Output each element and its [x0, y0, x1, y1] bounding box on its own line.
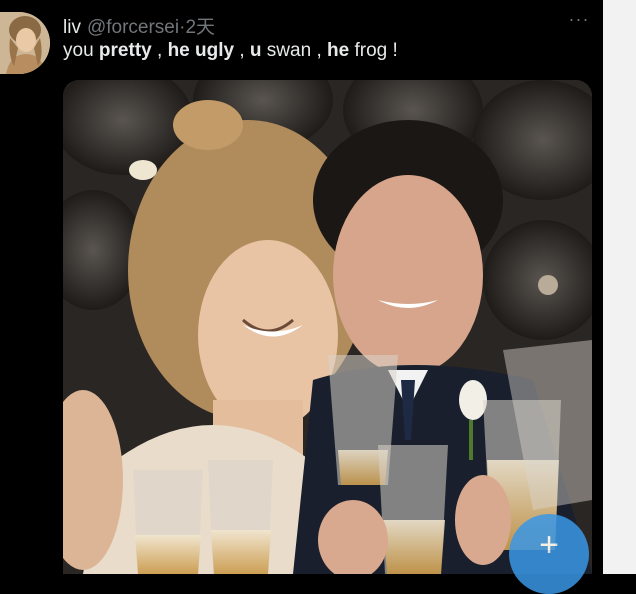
plus-icon: + — [539, 526, 559, 564]
avatar-photo — [0, 12, 50, 74]
tweet-media-image[interactable] — [63, 80, 592, 574]
timestamp[interactable]: 2天 — [185, 12, 215, 39]
compose-plus-button[interactable]: + — [509, 514, 589, 594]
tweet-header: liv @forcersei · 2天 — [63, 12, 215, 39]
tweet-text-segment: u — [249, 40, 262, 61]
tweet-text-segment: swan , — [261, 40, 328, 61]
tweet-post[interactable]: liv @forcersei · 2天 ··· you pretty , he … — [0, 0, 603, 594]
tweet-text-segment: frog ! — [349, 40, 398, 61]
tweet-text-segment: , — [151, 40, 168, 61]
tweet-text-segment: pretty — [98, 40, 152, 61]
display-name[interactable]: liv — [63, 17, 81, 39]
right-pane-background — [603, 0, 636, 574]
photo-illustration — [63, 80, 592, 574]
user-handle[interactable]: @forcersei — [87, 17, 179, 39]
tweet-text-segment: you — [63, 40, 99, 61]
avatar[interactable] — [0, 12, 50, 74]
tweet-text: you pretty , he ugly , u swan , he frog … — [63, 40, 398, 62]
tweet-text-segment: he — [327, 40, 350, 61]
tweet-text-segment: he ugly — [167, 40, 235, 61]
more-options-button[interactable]: ··· — [566, 10, 592, 32]
tweet-text-segment: , — [234, 40, 250, 61]
